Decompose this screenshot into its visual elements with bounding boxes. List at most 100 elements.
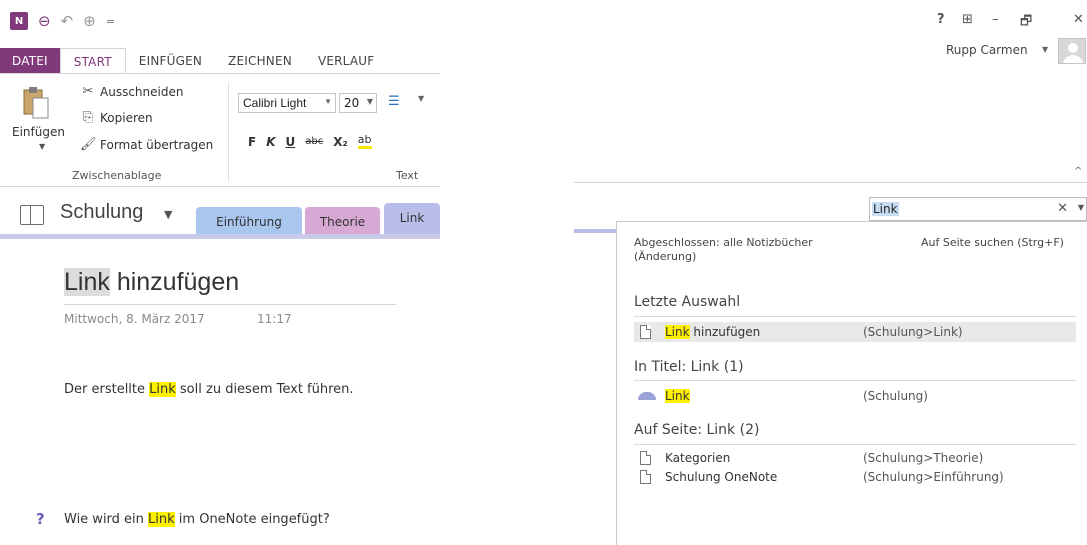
section-icon: [638, 392, 656, 400]
search-scope-link[interactable]: Abgeschlossen: alle Notizbücher (Änderun…: [634, 236, 844, 264]
page-title[interactable]: Link hinzufügen: [64, 268, 239, 297]
paste-dropdown-icon[interactable]: ▼: [39, 142, 45, 151]
group-separator: [228, 82, 229, 182]
tab-datei[interactable]: DATEI: [0, 48, 60, 74]
clipboard-group: Einfügen ▼ ✂ Ausschneiden ⎘ Kopieren 🖌 F…: [0, 78, 226, 186]
customize-icon[interactable]: =: [106, 15, 115, 28]
user-name[interactable]: Rupp Carmen: [946, 43, 1028, 57]
paste-icon[interactable]: [22, 84, 50, 120]
on-page-heading: Auf Seite: Link (2): [634, 422, 760, 438]
chevron-down-icon[interactable]: ▼: [418, 94, 424, 103]
avatar-body: [1063, 55, 1083, 63]
font-name-select[interactable]: Calibri Light ▼: [238, 93, 336, 113]
close-icon[interactable]: ✕: [1057, 201, 1068, 216]
maximize-button[interactable]: 🗗: [1020, 12, 1032, 34]
search-input[interactable]: Link ✕ ▼: [869, 197, 1087, 221]
chevron-down-icon: ▼: [324, 97, 332, 106]
question-tag-icon[interactable]: ?: [36, 510, 45, 528]
quick-access-toolbar: N ⊖ ↶ ⊕ =: [10, 10, 115, 32]
strikethrough-button[interactable]: abc: [305, 136, 323, 147]
tab-start[interactable]: START: [59, 48, 126, 74]
underline-button[interactable]: U: [286, 135, 296, 149]
ribbon-bottom-border: [574, 182, 1087, 183]
result-path: (Schulung>Einführung): [863, 470, 1004, 484]
cut-button[interactable]: ✂ Ausschneiden: [80, 84, 184, 99]
list-item[interactable]: Link hinzufügen (Schulung>Link): [634, 322, 1076, 342]
brush-icon: 🖌: [80, 137, 97, 152]
clipboard-group-label: Zwischenablage: [72, 169, 162, 182]
in-title-heading: In Titel: Link (1): [634, 359, 744, 375]
bold-button[interactable]: F: [248, 135, 256, 149]
tab-einfuehrung[interactable]: Einführung: [196, 207, 302, 235]
result-hit: Link: [665, 325, 690, 339]
question-pre: Wie wird ein: [64, 512, 149, 527]
bullet-list-icon[interactable]: ☰: [388, 94, 400, 109]
ribbon-display-options-icon[interactable]: ⊞: [962, 12, 973, 27]
tab-theorie[interactable]: Theorie: [305, 207, 380, 235]
avatar-head: [1068, 43, 1078, 53]
notebook-icon[interactable]: [20, 205, 44, 225]
format-painter-button[interactable]: 🖌 Format übertragen: [80, 137, 213, 152]
title-search-hit: Link: [64, 268, 110, 296]
tab-einfuegen[interactable]: EINFÜGEN: [126, 48, 215, 74]
result-path: (Schulung): [863, 389, 928, 403]
copy-label: Kopieren: [100, 110, 153, 125]
search-area: ? ⊞ – 🗗 ✕ Rupp Carmen ▼ ^ Link ✕ ▼ Abges…: [574, 0, 1087, 545]
search-query: Link: [872, 202, 899, 216]
question-paragraph[interactable]: Wie wird ein Link im OneNote eingefügt?: [64, 512, 330, 527]
onenote-logo-icon: N: [10, 12, 28, 30]
body-paragraph[interactable]: Der erstellte Link soll zu diesem Text f…: [64, 382, 354, 397]
result-name: Link: [665, 389, 863, 403]
cut-label: Ausschneiden: [100, 84, 184, 99]
back-icon[interactable]: ⊖: [38, 12, 51, 30]
copy-button[interactable]: ⎘ Kopieren: [80, 110, 153, 125]
question-search-hit: Link: [148, 512, 175, 527]
list-item[interactable]: Kategorien (Schulung>Theorie): [634, 448, 1076, 468]
chevron-down-icon: ▼: [366, 97, 373, 106]
page-icon: [640, 470, 651, 484]
italic-button[interactable]: K: [266, 135, 275, 149]
title-rest: hinzufügen: [109, 268, 240, 296]
close-button[interactable]: ✕: [1073, 12, 1084, 27]
chevron-down-icon[interactable]: ▼: [1078, 203, 1084, 212]
help-button[interactable]: ?: [937, 12, 945, 27]
divider: [634, 444, 1076, 445]
result-path: (Schulung>Link): [863, 325, 963, 339]
subscript-button[interactable]: X₂: [333, 135, 348, 149]
page-icon: [640, 451, 651, 465]
paste-button[interactable]: Einfügen: [12, 125, 65, 139]
recent-heading: Letzte Auswahl: [634, 294, 741, 310]
section-color-bar: [0, 234, 440, 239]
body-pre: Der erstellte: [64, 382, 150, 397]
tab-zeichnen[interactable]: ZEICHNEN: [215, 48, 305, 74]
result-name: Link hinzufügen: [665, 325, 863, 339]
tab-link[interactable]: Link: [384, 203, 440, 235]
tab-verlauf[interactable]: VERLAUF: [305, 48, 387, 74]
collapse-ribbon-icon[interactable]: ^: [1074, 166, 1082, 177]
body-search-hit: Link: [149, 382, 176, 397]
onenote-window: N ⊖ ↶ ⊕ = DATEI START EINFÜGEN ZEICHNEN …: [0, 0, 440, 545]
ribbon-divider: [0, 73, 440, 74]
format-painter-label: Format übertragen: [100, 137, 214, 152]
list-item[interactable]: Schulung OneNote (Schulung>Einführung): [634, 467, 1076, 487]
undo-icon[interactable]: ↶: [61, 12, 74, 30]
avatar[interactable]: [1058, 38, 1086, 64]
redo-icon[interactable]: ⊕: [83, 12, 96, 30]
result-rest: hinzufügen: [689, 325, 761, 339]
ribbon-tabs: DATEI START EINFÜGEN ZEICHNEN VERLAUF: [0, 48, 440, 74]
chevron-down-icon[interactable]: ▼: [1042, 45, 1048, 54]
result-name: Schulung OneNote: [665, 470, 778, 484]
chevron-down-icon[interactable]: ▼: [164, 208, 172, 221]
page-date: Mittwoch, 8. März 2017: [64, 312, 205, 326]
minimize-button[interactable]: –: [992, 12, 999, 27]
font-size-select[interactable]: 20 ▼: [339, 93, 377, 113]
format-buttons: F K U abc X₂ ab: [248, 134, 372, 149]
list-item[interactable]: Link (Schulung): [634, 386, 1076, 406]
result-hit: Link: [665, 389, 690, 403]
highlight-button[interactable]: ab: [357, 134, 372, 149]
search-on-page-link[interactable]: Auf Seite suchen (Strg+F): [921, 236, 1064, 249]
page-icon: [640, 325, 651, 339]
notebook-name[interactable]: Schulung: [60, 201, 143, 224]
divider: [634, 316, 1076, 317]
font-name-value: Calibri Light: [243, 96, 307, 110]
